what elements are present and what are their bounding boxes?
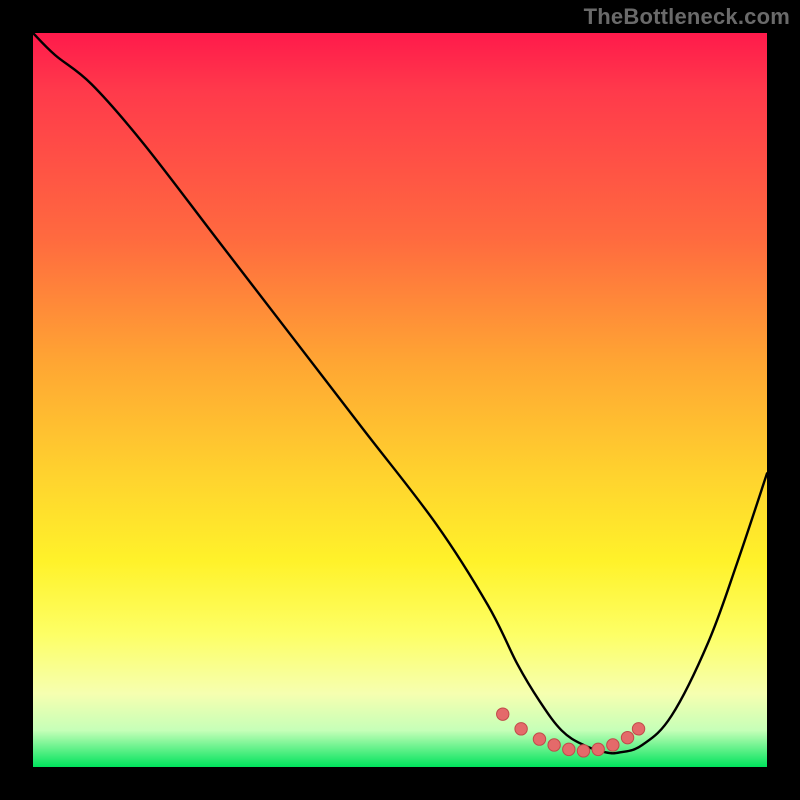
chart-frame: TheBottleneck.com xyxy=(0,0,800,800)
highlight-dot xyxy=(533,733,545,745)
chart-svg xyxy=(33,33,767,767)
attribution-text: TheBottleneck.com xyxy=(584,4,790,30)
highlight-dot xyxy=(515,723,527,735)
highlight-dot xyxy=(563,743,575,755)
highlight-dot xyxy=(497,708,509,720)
highlight-dot xyxy=(632,723,644,735)
highlight-dot xyxy=(548,739,560,751)
highlight-dot xyxy=(592,743,604,755)
bottleneck-curve xyxy=(33,33,767,753)
highlight-dot xyxy=(577,745,589,757)
highlight-dot xyxy=(621,731,633,743)
highlight-markers xyxy=(497,708,645,757)
plot-area xyxy=(33,33,767,767)
highlight-dot xyxy=(607,739,619,751)
